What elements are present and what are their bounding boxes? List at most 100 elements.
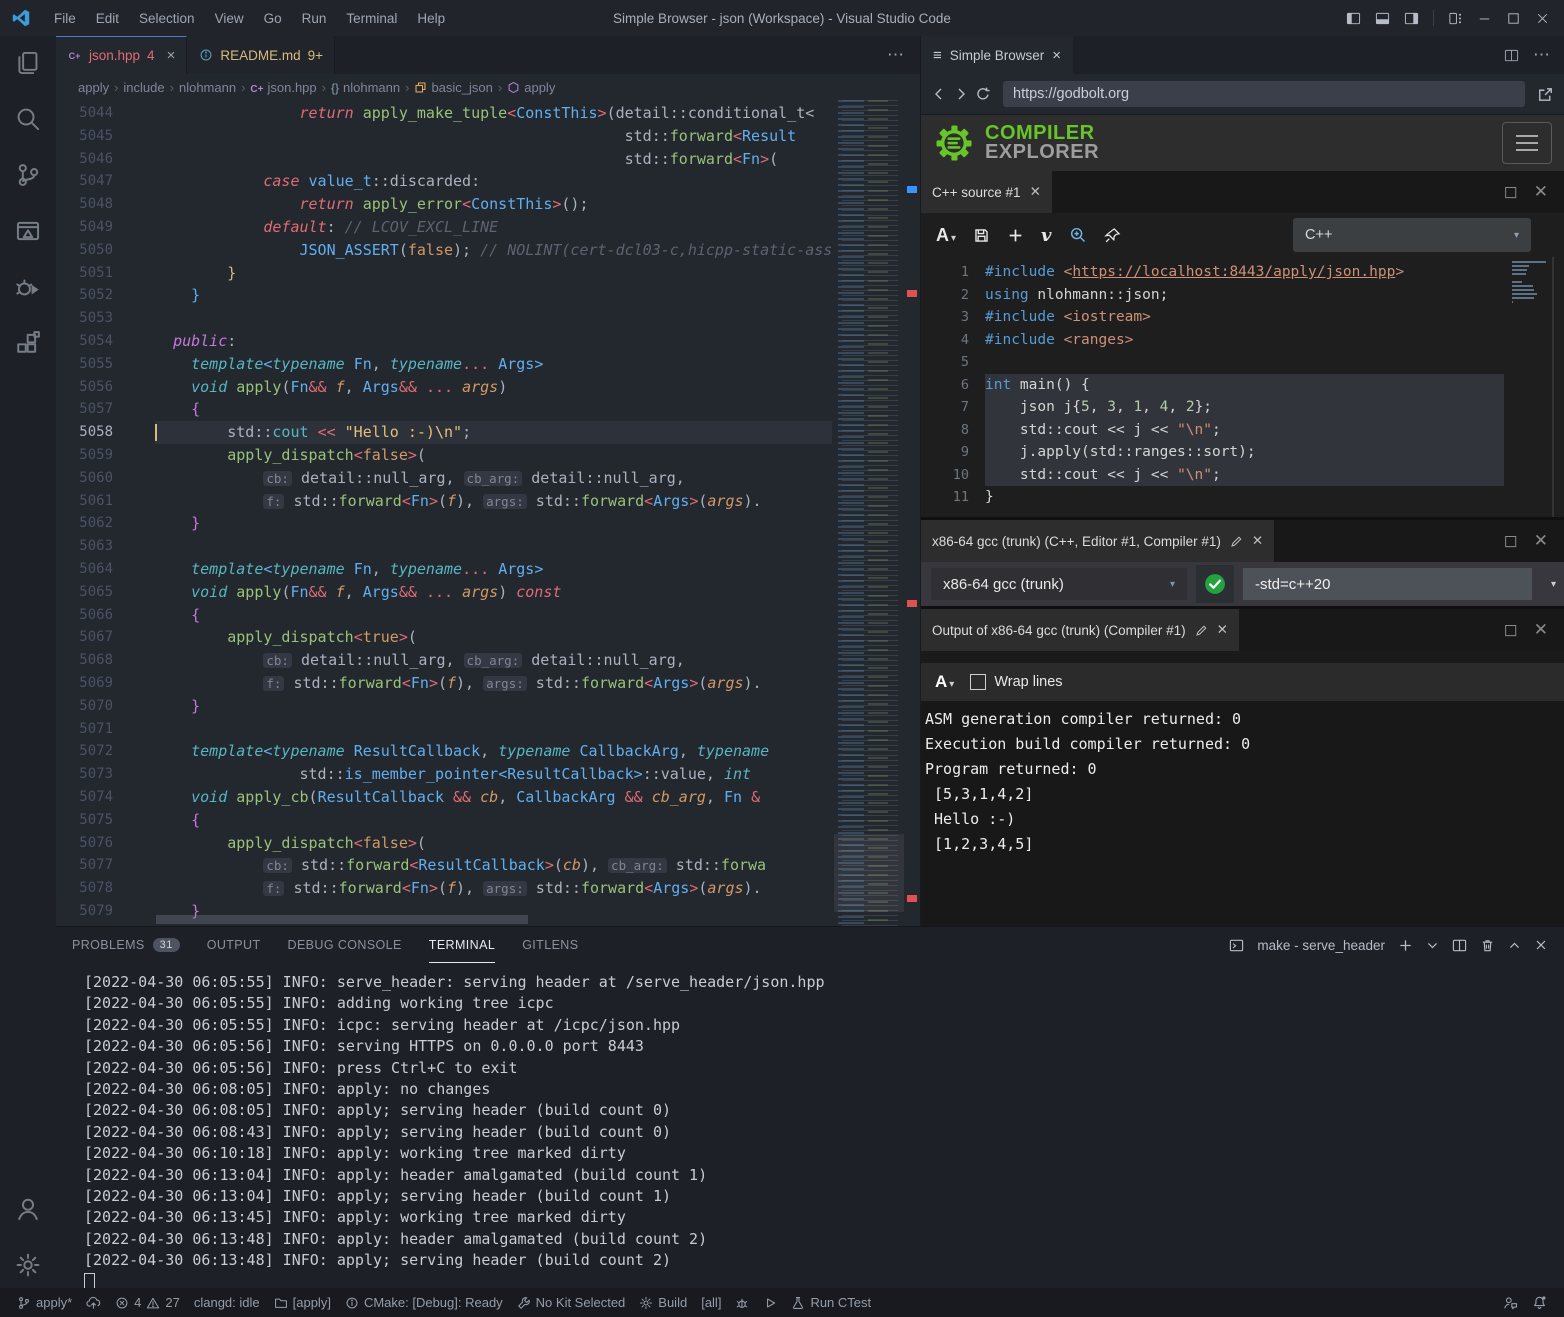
compile-status-ok-icon[interactable] bbox=[1196, 565, 1234, 603]
godbolt-scrollbar[interactable] bbox=[1552, 257, 1554, 517]
editor-tab-json.hpp[interactable]: C+json.hpp4× bbox=[56, 36, 187, 74]
horizontal-scrollbar[interactable] bbox=[156, 915, 528, 924]
activity-files-icon[interactable] bbox=[15, 50, 41, 76]
status-item-left-4[interactable]: [apply] bbox=[267, 1288, 338, 1317]
close-pane-icon[interactable]: ✕ bbox=[1534, 531, 1548, 551]
minimap[interactable] bbox=[834, 100, 904, 926]
status-item-left-3[interactable]: clangd: idle bbox=[187, 1288, 267, 1317]
customize-layout-icon[interactable] bbox=[1448, 11, 1463, 26]
breadcrumb-item-nlohmann[interactable]: {}nlohmann bbox=[331, 80, 400, 95]
close-panel-icon[interactable] bbox=[1534, 938, 1548, 952]
open-external-icon[interactable] bbox=[1537, 86, 1554, 103]
status-item-left-10[interactable] bbox=[756, 1288, 784, 1317]
activity-source-control-icon[interactable] bbox=[15, 162, 41, 188]
activity-search-icon[interactable] bbox=[15, 106, 41, 132]
close-icon[interactable]: ✕ bbox=[1217, 622, 1228, 638]
code-editor[interactable]: 5044 return apply_make_tuple<ConstThis>(… bbox=[56, 100, 920, 926]
status-item-left-2[interactable]: 427 bbox=[108, 1288, 187, 1317]
menu-view[interactable]: View bbox=[205, 11, 254, 26]
split-terminal-icon[interactable] bbox=[1452, 938, 1467, 953]
menu-help[interactable]: Help bbox=[407, 11, 455, 26]
close-icon[interactable]: × bbox=[167, 47, 176, 64]
godbolt-source-editor[interactable]: 1#include <https://localhost:8443/apply/… bbox=[921, 257, 1564, 517]
breadcrumb-item-basic_json[interactable]: basic_json bbox=[414, 80, 492, 95]
maximize-panel-icon[interactable] bbox=[1508, 939, 1521, 952]
wrap-lines-checkbox[interactable] bbox=[970, 674, 986, 690]
maximize-pane-icon[interactable]: ◻ bbox=[1504, 182, 1518, 202]
edit-title-icon[interactable] bbox=[1230, 535, 1243, 548]
breadcrumb-item-include[interactable]: include bbox=[123, 80, 164, 95]
pin-icon[interactable] bbox=[1104, 227, 1121, 244]
activity-cmake-icon[interactable] bbox=[15, 218, 41, 244]
options-caret-icon[interactable]: ▾ bbox=[1543, 579, 1564, 590]
maximize-pane-icon[interactable]: ◻ bbox=[1504, 531, 1518, 551]
kill-terminal-icon[interactable] bbox=[1480, 938, 1495, 953]
compiler-select[interactable]: x86-64 gcc (trunk)▾ bbox=[931, 568, 1187, 600]
menu-terminal[interactable]: Terminal bbox=[336, 11, 407, 26]
maximize-button[interactable] bbox=[1506, 11, 1521, 26]
edit-title-icon[interactable] bbox=[1195, 624, 1208, 637]
status-item-left-0[interactable]: apply* bbox=[10, 1288, 79, 1317]
compiler-options-input[interactable]: -std=c++20 bbox=[1243, 568, 1532, 600]
panel-tab-output[interactable]: OUTPUT bbox=[207, 927, 261, 963]
status-item-left-6[interactable]: No Kit Selected bbox=[510, 1288, 633, 1317]
status-item-left-7[interactable]: Build bbox=[632, 1288, 694, 1317]
maximize-pane-icon[interactable]: ◻ bbox=[1504, 620, 1518, 640]
close-icon[interactable]: ✕ bbox=[1252, 533, 1263, 549]
font-size-button[interactable]: A▾ bbox=[935, 672, 954, 692]
tab-cpp-source[interactable]: C++ source #1 ✕ bbox=[921, 171, 1052, 213]
breadcrumb[interactable]: apply›include›nlohmann›C+json.hpp›{}nloh… bbox=[56, 74, 920, 100]
terminal-output[interactable]: [2022-04-30 06:05:55] INFO: serve_header… bbox=[56, 963, 1564, 1288]
menu-selection[interactable]: Selection bbox=[129, 11, 205, 26]
vim-mode-icon[interactable]: v bbox=[1041, 225, 1051, 246]
forward-icon[interactable] bbox=[953, 86, 969, 102]
panel-tab-gitlens[interactable]: GITLENS bbox=[522, 927, 578, 963]
more-actions-icon[interactable]: ⋯ bbox=[1533, 45, 1550, 65]
breadcrumb-item-apply[interactable]: apply bbox=[507, 80, 555, 95]
close-pane-icon[interactable]: ✕ bbox=[1534, 620, 1548, 640]
close-pane-icon[interactable]: ✕ bbox=[1534, 182, 1548, 202]
hamburger-menu-icon[interactable] bbox=[1502, 122, 1552, 164]
minimize-button[interactable] bbox=[1477, 11, 1492, 26]
terminal-name[interactable]: make - serve_header bbox=[1257, 938, 1385, 953]
language-select[interactable]: C++▾ bbox=[1293, 218, 1531, 252]
tab-compiler[interactable]: x86-64 gcc (trunk) (C++, Editor #1, Comp… bbox=[921, 520, 1274, 562]
toggle-panel-icon[interactable] bbox=[1375, 11, 1390, 26]
font-size-button[interactable]: A▾ bbox=[936, 225, 956, 246]
status-item-left-9[interactable] bbox=[728, 1288, 756, 1317]
toggle-sidebar-icon[interactable] bbox=[1346, 11, 1361, 26]
compiler-explorer-logo-icon[interactable] bbox=[933, 122, 975, 164]
close-icon[interactable]: × bbox=[1052, 47, 1061, 64]
tab-output[interactable]: Output of x86-64 gcc (trunk) (Compiler #… bbox=[921, 609, 1239, 651]
menu-edit[interactable]: Edit bbox=[86, 11, 129, 26]
menu-run[interactable]: Run bbox=[292, 11, 337, 26]
status-item-right-1[interactable] bbox=[1525, 1288, 1554, 1317]
status-item-left-1[interactable] bbox=[79, 1288, 108, 1317]
menu-go[interactable]: Go bbox=[254, 11, 292, 26]
panel-tab-problems[interactable]: PROBLEMS31 bbox=[72, 927, 180, 963]
status-item-left-5[interactable]: CMake: [Debug]: Ready bbox=[338, 1288, 510, 1317]
save-icon[interactable] bbox=[973, 227, 990, 244]
new-terminal-icon[interactable] bbox=[1398, 938, 1413, 953]
menu-file[interactable]: File bbox=[44, 11, 86, 26]
editor-actions-more-icon[interactable]: ⋯ bbox=[887, 36, 920, 74]
activity-accounts-icon[interactable] bbox=[15, 1196, 41, 1222]
breadcrumb-item-apply[interactable]: apply bbox=[78, 80, 109, 95]
terminal-dropdown-icon[interactable] bbox=[1426, 939, 1439, 952]
panel-tab-debug-console[interactable]: DEBUG CONSOLE bbox=[288, 927, 402, 963]
close-icon[interactable]: ✕ bbox=[1030, 184, 1041, 200]
tab-simple-browser[interactable]: ≡ Simple Browser × bbox=[921, 36, 1073, 74]
activity-extensions-icon[interactable] bbox=[15, 330, 41, 356]
reload-icon[interactable] bbox=[975, 86, 991, 102]
status-item-right-0[interactable] bbox=[1496, 1288, 1525, 1317]
program-output-console[interactable]: ASM generation compiler returned: 0 Exec… bbox=[921, 701, 1564, 926]
toggle-secondary-sidebar-icon[interactable] bbox=[1404, 11, 1419, 26]
breadcrumb-item-nlohmann[interactable]: nlohmann bbox=[179, 80, 236, 95]
breadcrumb-item-json.hpp[interactable]: C+json.hpp bbox=[250, 80, 316, 95]
back-icon[interactable] bbox=[931, 86, 947, 102]
editor-tab-README.md[interactable]: README.md9+ bbox=[187, 36, 335, 74]
add-pane-button[interactable]: ▾ bbox=[1007, 227, 1024, 244]
activity-run-debug-icon[interactable] bbox=[15, 274, 41, 300]
zoom-search-icon[interactable] bbox=[1069, 226, 1087, 244]
close-button[interactable] bbox=[1535, 11, 1550, 26]
